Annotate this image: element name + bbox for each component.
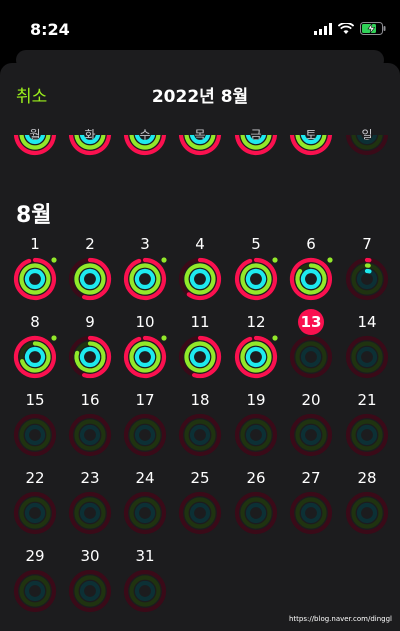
day-number[interactable]: 21 [347,391,387,409]
activity-ring[interactable] [12,334,58,380]
status-bar: 8:24 [0,0,400,52]
activity-ring[interactable] [67,334,113,380]
day-number[interactable]: 11 [180,313,220,331]
watermark: https://blog.naver.com/dinggl [288,615,392,623]
status-time: 8:24 [30,20,70,39]
day-number[interactable]: 26 [236,469,276,487]
day-number[interactable]: 10 [125,313,165,331]
goal-achieved-dot [51,335,57,341]
goal-achieved-dot [327,257,333,263]
activity-ring[interactable] [177,334,223,380]
day-number[interactable]: 28 [347,469,387,487]
day-number[interactable]: 22 [15,469,55,487]
activity-ring[interactable] [67,412,113,458]
activity-ring[interactable] [288,412,334,458]
day-number[interactable]: 6 [291,235,331,253]
activity-ring[interactable] [344,256,390,302]
goal-achieved-dot [272,257,278,263]
day-number[interactable]: 27 [291,469,331,487]
day-number[interactable]: 30 [70,547,110,565]
activity-ring[interactable] [12,568,58,614]
activity-ring[interactable] [12,256,58,302]
day-number[interactable]: 3 [125,235,165,253]
calendar-grid: 1 2 3 4 5 6 7 8 9 10 11 12 13 14 15 16 17 18 19 20 21 22 23 24 2… [0,63,400,631]
activity-ring[interactable] [233,334,279,380]
activity-ring[interactable] [177,412,223,458]
day-number[interactable]: 19 [236,391,276,409]
activity-ring[interactable] [122,412,168,458]
goal-achieved-dot [161,257,167,263]
day-number[interactable]: 15 [15,391,55,409]
day-number[interactable]: 24 [125,469,165,487]
cellular-signal-icon [314,22,332,35]
day-number[interactable]: 25 [180,469,220,487]
day-number[interactable]: 20 [291,391,331,409]
activity-ring[interactable] [67,490,113,536]
goal-achieved-dot [272,335,278,341]
activity-ring[interactable] [122,490,168,536]
day-number[interactable]: 5 [236,235,276,253]
day-number[interactable]: 2 [70,235,110,253]
calendar-sheet: 취소 2022년 8월 월화수목금토일 8월 1 2 3 4 5 6 7 8 9 10 11 12 13… [0,63,400,631]
day-number[interactable]: 16 [70,391,110,409]
activity-ring[interactable] [344,334,390,380]
activity-ring[interactable] [233,412,279,458]
activity-ring[interactable] [12,412,58,458]
goal-achieved-dot [161,335,167,341]
status-icons [314,22,386,35]
activity-ring[interactable] [67,256,113,302]
day-number[interactable]: 7 [347,235,387,253]
day-number[interactable]: 18 [180,391,220,409]
activity-ring[interactable] [288,490,334,536]
activity-ring[interactable] [122,568,168,614]
activity-ring[interactable] [233,256,279,302]
activity-ring[interactable] [122,334,168,380]
activity-ring[interactable] [288,256,334,302]
day-number[interactable]: 23 [70,469,110,487]
day-number[interactable]: 9 [70,313,110,331]
day-number[interactable]: 31 [125,547,165,565]
wifi-icon [338,22,354,34]
activity-ring[interactable] [344,490,390,536]
activity-ring[interactable] [233,490,279,536]
day-number-today[interactable]: 13 [298,309,324,335]
day-number[interactable]: 1 [15,235,55,253]
activity-ring[interactable] [288,334,334,380]
day-number[interactable]: 17 [125,391,165,409]
day-number[interactable]: 8 [15,313,55,331]
day-number[interactable]: 12 [236,313,276,331]
day-number[interactable]: 29 [15,547,55,565]
activity-ring[interactable] [177,490,223,536]
activity-ring[interactable] [344,412,390,458]
activity-ring[interactable] [12,490,58,536]
activity-ring[interactable] [67,568,113,614]
day-number[interactable]: 4 [180,235,220,253]
activity-ring[interactable] [122,256,168,302]
battery-charging-icon [360,22,386,35]
goal-achieved-dot [51,257,57,263]
activity-ring[interactable] [177,256,223,302]
day-number[interactable]: 14 [347,313,387,331]
